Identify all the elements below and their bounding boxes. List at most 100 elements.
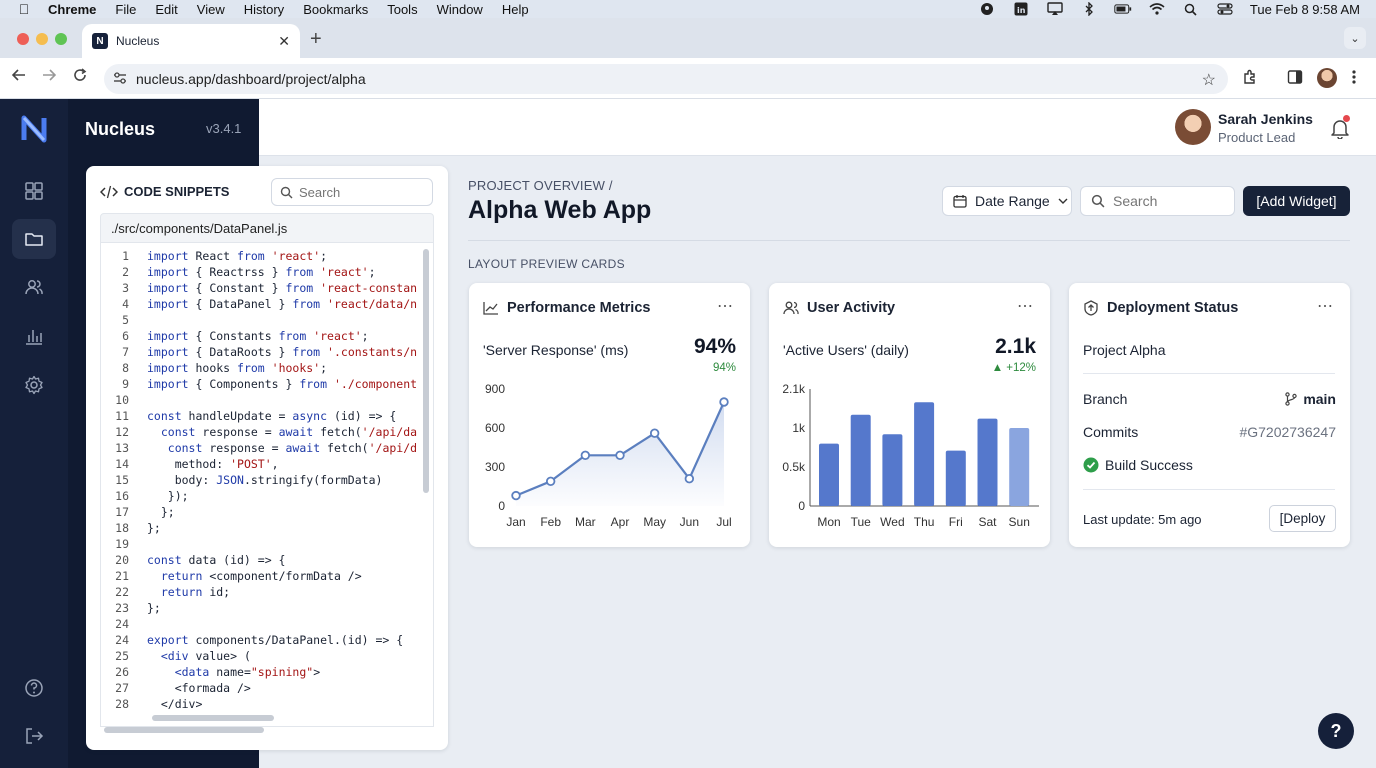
code-line[interactable]: 20 const data (id) => { <box>101 552 433 568</box>
code-line[interactable]: 17 }; <box>101 504 433 520</box>
user-name[interactable]: Sarah Jenkins <box>1218 111 1313 127</box>
code-line[interactable]: 28 </div> <box>101 696 433 712</box>
add-widget-button[interactable]: [Add Widget] <box>1243 186 1350 216</box>
nucleus-logo-icon[interactable] <box>18 113 50 145</box>
code-snippets-title: CODE SNIPPETS <box>124 184 230 199</box>
code-line[interactable]: 5 <box>101 312 433 328</box>
code-line[interactable]: 10 <box>101 392 433 408</box>
extensions-puzzle-icon[interactable] <box>1242 69 1258 89</box>
code-vertical-scrollbar[interactable] <box>423 249 429 493</box>
breadcrumb[interactable]: PROJECT OVERVIEW / <box>468 178 613 193</box>
code-line[interactable]: 25 <div value> ( <box>101 648 433 664</box>
code-line[interactable]: 21 return <component/formData /> <box>101 568 433 584</box>
wifi-icon[interactable] <box>1148 2 1166 16</box>
nav-logout[interactable] <box>12 716 56 756</box>
code-text: import { Reactrss } from 'react'; <box>147 265 376 279</box>
menu-help[interactable]: Help <box>502 2 529 17</box>
menu-history[interactable]: History <box>244 2 284 17</box>
browser-menu-kebab-icon[interactable] <box>1352 69 1356 89</box>
code-line[interactable]: 26 <data name="spining"> <box>101 664 433 680</box>
menu-bookmarks[interactable]: Bookmarks <box>303 2 368 17</box>
file-path-tab[interactable]: ./src/components/DataPanel.js <box>100 213 434 243</box>
dashboard-search-input[interactable] <box>1113 193 1223 209</box>
code-line[interactable]: 1 import React from 'react'; <box>101 248 433 264</box>
code-horizontal-scrollbar[interactable] <box>152 715 274 721</box>
code-line[interactable]: 8 import hooks from 'hooks'; <box>101 360 433 376</box>
profile-avatar[interactable] <box>1317 68 1337 88</box>
code-line[interactable]: 18}; <box>101 520 433 536</box>
date-range-dropdown[interactable]: Date Range <box>942 186 1072 216</box>
nav-team[interactable] <box>12 267 56 307</box>
forward-arrow-icon[interactable] <box>42 68 57 87</box>
commit-hash[interactable]: #G7202736247 <box>1239 424 1336 440</box>
control-center-icon[interactable] <box>1216 2 1234 16</box>
menu-file[interactable]: File <box>115 2 136 17</box>
spotlight-search-icon[interactable] <box>1182 2 1200 16</box>
address-url[interactable]: nucleus.app/dashboard/project/alpha <box>136 71 366 87</box>
more-options-icon[interactable]: ⋯ <box>1017 296 1034 316</box>
nav-analytics[interactable] <box>12 316 56 356</box>
code-line[interactable]: 9 import { Components } from './component <box>101 376 433 392</box>
site-settings-icon[interactable] <box>104 71 136 87</box>
tab-search-chevron-icon[interactable]: ⌄ <box>1344 27 1366 49</box>
window-maximize-button[interactable] <box>55 33 67 45</box>
code-line[interactable]: 11 const handleUpdate = async (id) => { <box>101 408 433 424</box>
new-tab-button[interactable]: + <box>310 28 322 51</box>
menu-window[interactable]: Window <box>437 2 483 17</box>
bar <box>914 402 935 506</box>
tab-close-icon[interactable]: ✕ <box>278 33 290 50</box>
code-line[interactable]: 14 method: 'POST', <box>101 456 433 472</box>
more-options-icon[interactable]: ⋯ <box>717 296 734 316</box>
window-close-button[interactable] <box>17 33 29 45</box>
line-number: 17 <box>115 505 129 519</box>
menu-view[interactable]: View <box>197 2 225 17</box>
menu-tools[interactable]: Tools <box>387 2 417 17</box>
code-line[interactable]: 4 import { DataPanel } from 'react/data/n <box>101 296 433 312</box>
code-line[interactable]: 19 <box>101 536 433 552</box>
code-line[interactable]: 13 const response = await fetch('/api/d <box>101 440 433 456</box>
address-bar[interactable]: nucleus.app/dashboard/project/alpha ☆ <box>104 64 1228 94</box>
window-minimize-button[interactable] <box>36 33 48 45</box>
menu-app-name[interactable]: Chreme <box>48 2 96 17</box>
back-arrow-icon[interactable] <box>11 68 26 87</box>
branch-value[interactable]: main <box>1284 391 1336 407</box>
code-text: import hooks from 'hooks'; <box>147 361 328 375</box>
nav-dashboard[interactable] <box>12 171 56 211</box>
snippet-search-input[interactable] <box>299 184 419 200</box>
code-line[interactable]: 7 import { DataRoots } from '.constants/n <box>101 344 433 360</box>
more-options-icon[interactable]: ⋯ <box>1317 296 1334 316</box>
code-line[interactable]: 3 import { Constant } from 'react-constan <box>101 280 433 296</box>
panel-horizontal-scrollbar[interactable] <box>104 727 264 733</box>
code-editor[interactable]: 1 import React from 'react'; 2 import { Rea… <box>100 243 434 727</box>
menu-edit[interactable]: Edit <box>155 2 177 17</box>
code-line[interactable]: 15 body: JSON.stringify(formData) <box>101 472 433 488</box>
code-line[interactable]: 27 <formada /> <box>101 680 433 696</box>
snippet-search-box[interactable] <box>271 178 433 206</box>
deploy-button[interactable]: [Deploy <box>1269 505 1336 532</box>
code-line[interactable]: 23}; <box>101 600 433 616</box>
dashboard-search-box[interactable] <box>1080 186 1235 216</box>
code-line[interactable]: 16 }); <box>101 488 433 504</box>
browser-tab-nucleus[interactable]: N Nucleus ✕ <box>82 24 300 58</box>
bluetooth-icon[interactable] <box>1080 2 1098 16</box>
help-fab-button[interactable]: ? <box>1318 713 1354 749</box>
nav-projects[interactable] <box>12 219 56 259</box>
airplay-icon[interactable] <box>1046 2 1064 16</box>
code-line[interactable]: 12 const response = await fetch('/api/da <box>101 424 433 440</box>
apple-icon[interactable]:  <box>0 1 48 17</box>
code-line[interactable]: 2 import { Reactrss } from 'react'; <box>101 264 433 280</box>
code-line[interactable]: 24 <box>101 616 433 632</box>
code-line[interactable]: 22 return id; <box>101 584 433 600</box>
user-avatar[interactable] <box>1175 109 1211 145</box>
menubar-clock[interactable]: Tue Feb 8 9:58 AM <box>1250 2 1360 17</box>
code-line[interactable]: 6 import { Constants from 'react'; <box>101 328 433 344</box>
bookmark-star-icon[interactable]: ☆ <box>1202 70 1216 90</box>
reload-icon[interactable] <box>73 68 87 87</box>
status-circle-icon[interactable] <box>978 2 996 16</box>
linkedin-icon[interactable]: in <box>1012 2 1030 16</box>
nav-settings[interactable] <box>12 365 56 405</box>
nav-help[interactable] <box>12 668 56 708</box>
sidebar-toggle-icon[interactable] <box>1287 69 1303 89</box>
battery-icon[interactable] <box>1114 2 1132 16</box>
code-line[interactable]: 24 export components/DataPanel.(id) => { <box>101 632 433 648</box>
